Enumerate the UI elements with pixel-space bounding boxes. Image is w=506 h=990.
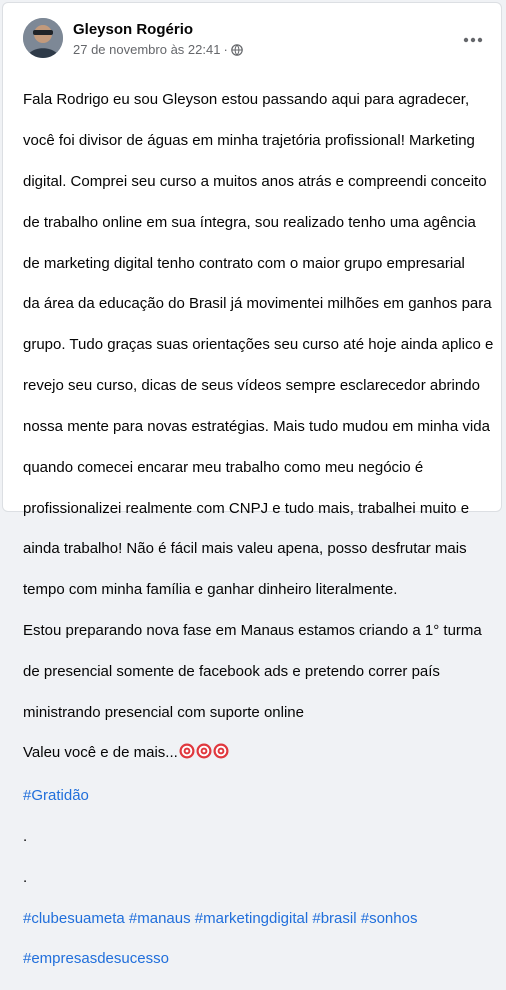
hashtag-link[interactable]: #Gratidão bbox=[23, 787, 89, 804]
post-timestamp[interactable]: 27 de novembro às 22:41 bbox=[73, 42, 220, 57]
post-text-line: ainda trabalho! Não é fácil mais valeu a… bbox=[23, 540, 467, 558]
hashtag-link[interactable]: #manaus bbox=[129, 910, 191, 927]
post-text-line: digital. Comprei seu curso a muitos anos… bbox=[23, 173, 487, 191]
post-text-line: de marketing digital tenho contrato com … bbox=[23, 254, 465, 272]
post-text-line: Fala Rodrigo eu sou Gleyson estou passan… bbox=[23, 91, 470, 109]
dot-line: . bbox=[23, 828, 28, 846]
post-text-line: de presencial somente de facebook ads e … bbox=[23, 662, 440, 680]
hashtags-line: #clubesuameta #manaus #marketingdigital … bbox=[23, 909, 497, 929]
hashtag-link[interactable]: #brasil bbox=[312, 910, 356, 927]
post-meta: 27 de novembro às 22:41 · bbox=[73, 42, 243, 60]
hashtag-link[interactable]: #sonhos bbox=[361, 910, 418, 927]
hashtag-line: #Gratidão bbox=[23, 786, 497, 806]
post-text-line: nossa mente para novas estratégias. Mais… bbox=[23, 417, 490, 435]
post-text-line: você foi divisor de águas em minha traje… bbox=[23, 132, 475, 150]
dot-line: . bbox=[23, 868, 28, 886]
post-text-line: da área da educação do Brasil já movimen… bbox=[23, 295, 492, 313]
author-name[interactable]: Gleyson Rogério bbox=[73, 21, 193, 39]
target-icon bbox=[213, 743, 229, 765]
hashtag-link[interactable]: #empresasdesucesso bbox=[23, 950, 169, 967]
post-text-line: grupo. Tudo graças suas orientações seu … bbox=[23, 336, 494, 354]
post-text-line: revejo seu curso, dicas de seus vídeos s… bbox=[23, 377, 480, 395]
post-text-line: Estou preparando nova fase em Manaus est… bbox=[23, 621, 482, 639]
closing-text: Valeu você e de mais... bbox=[23, 744, 178, 762]
post-text-line: ministrando presencial com suporte onlin… bbox=[23, 703, 304, 721]
globe-icon[interactable] bbox=[230, 44, 243, 60]
post-text-line: profissionalizei realmente com CNPJ e tu… bbox=[23, 499, 470, 517]
target-icon bbox=[196, 743, 212, 765]
post-text-line: quando comecei encarar meu trabalho como… bbox=[23, 458, 424, 476]
post-text-line: de trabalho online em sua íntegra, sou r… bbox=[23, 213, 476, 231]
avatar[interactable] bbox=[23, 18, 63, 58]
hashtag-link[interactable]: #clubesuameta bbox=[23, 910, 125, 927]
target-icon bbox=[179, 743, 195, 765]
post-body: Fala Rodrigo eu sou Gleyson estou passan… bbox=[23, 70, 497, 990]
more-options-button[interactable] bbox=[455, 25, 491, 53]
closing-line: Valeu você e de mais... bbox=[23, 743, 497, 765]
hashtag-link[interactable]: #marketingdigital bbox=[195, 910, 308, 927]
hashtags-line: #empresasdesucesso bbox=[23, 949, 497, 969]
meta-separator: · bbox=[223, 42, 228, 57]
post-text-line: tempo com minha família e ganhar dinheir… bbox=[23, 581, 398, 599]
more-horizontal-icon bbox=[463, 30, 483, 48]
post-card: Gleyson Rogério 27 de novembro às 22:41 ·… bbox=[2, 2, 502, 967]
